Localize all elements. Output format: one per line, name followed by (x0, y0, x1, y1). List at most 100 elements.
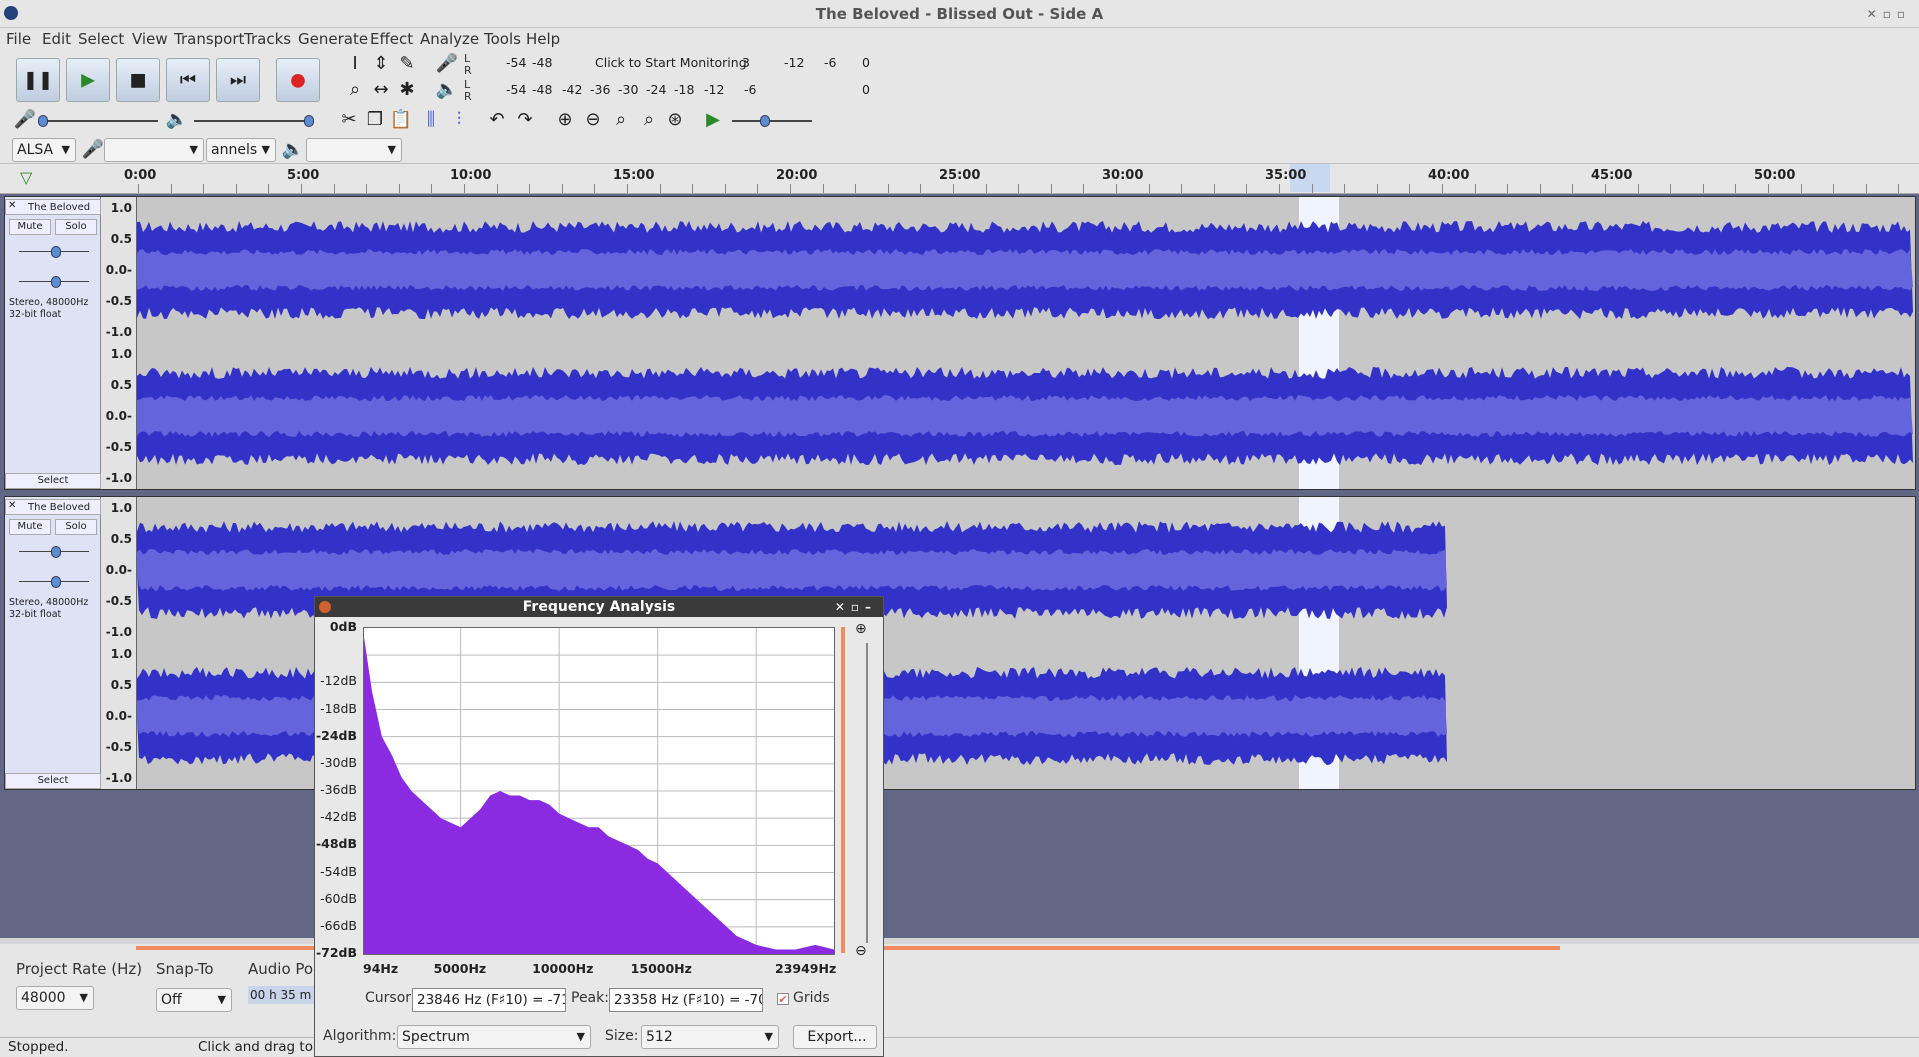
ruler-label: 45:00 (1591, 168, 1633, 183)
solo-button[interactable]: Solo (55, 219, 97, 235)
play-at-speed-icon[interactable]: ▶ (700, 108, 726, 132)
zoom-in-icon[interactable]: ⊕ (552, 108, 578, 132)
redo-icon[interactable]: ↷ (512, 108, 538, 132)
trim-icon[interactable]: ⫼ (418, 108, 444, 132)
zoom-in-icon[interactable]: ⊕ (855, 621, 867, 637)
ruler-tick (1083, 184, 1085, 193)
zoom-out-icon[interactable]: ⊖ (580, 108, 606, 132)
close-icon[interactable]: ✕ (8, 500, 16, 511)
play-head-icon[interactable]: ▽ (20, 168, 32, 187)
select-button[interactable]: Select (5, 473, 101, 489)
size-select[interactable]: 512 ▼ (641, 1025, 779, 1049)
menu-help[interactable]: Help (526, 30, 560, 48)
audio-track[interactable]: The Beloved ▼ ✕ Mute Solo Stereo, 48000H… (4, 496, 1916, 790)
menu-edit[interactable]: Edit (42, 30, 71, 48)
menu-effect[interactable]: Effect (370, 30, 413, 48)
gain-slider[interactable] (19, 246, 89, 258)
zoom-out-icon[interactable]: ⊖ (855, 943, 867, 959)
fit-project-icon[interactable]: ⌕ (636, 108, 662, 132)
play-button[interactable]: ▶ (66, 58, 110, 102)
stop-button[interactable]: ■ (116, 58, 160, 102)
multi-tool-icon[interactable]: ✱ (394, 78, 420, 102)
menu-tools[interactable]: Tools (484, 30, 521, 48)
playback-meter[interactable]: -54 -48 -42 -36 -30 -24 -18 -12 -6 0 (480, 82, 880, 98)
audio-host-select[interactable]: ALSA ▼ (12, 138, 76, 162)
ruler-label: 5:00 (287, 168, 320, 183)
undo-icon[interactable]: ↶ (484, 108, 510, 132)
cut-icon[interactable]: ✂ (336, 108, 362, 132)
menu-transport[interactable]: Transport (174, 30, 244, 48)
solo-button[interactable]: Solo (55, 519, 97, 535)
ruler-tick (724, 184, 726, 193)
pan-slider[interactable] (19, 276, 89, 288)
copy-icon[interactable]: ❐ (362, 108, 388, 132)
draw-tool-icon[interactable]: ✎ (394, 52, 420, 76)
track-name-menu[interactable]: The Beloved ▼ (5, 199, 101, 229)
export-button[interactable]: Export... (793, 1025, 877, 1049)
playback-volume-slider[interactable] (194, 115, 314, 127)
chevron-down-icon: ▼ (189, 143, 198, 156)
menu-generate[interactable]: Generate (298, 30, 368, 48)
ruler-tick (1018, 184, 1020, 193)
menu-tracks[interactable]: Tracks (244, 30, 291, 48)
track-name-menu[interactable]: The Beloved ▼ (5, 499, 101, 529)
zoom-tool-icon[interactable]: ⌕ (342, 78, 368, 102)
algorithm-select[interactable]: Spectrum ▼ (397, 1025, 591, 1049)
silence-icon[interactable]: ⫶ (446, 108, 472, 132)
hz-tick-label: 10000Hz (532, 961, 594, 976)
timeshift-tool-icon[interactable]: ↔ (368, 78, 394, 102)
meter-tick: -54 (506, 55, 527, 70)
playback-device-select[interactable]: ▼ (306, 138, 402, 162)
paste-icon[interactable]: 📋 (388, 108, 414, 132)
fit-selection-icon[interactable]: ⌕ (608, 108, 634, 132)
snap-to-select[interactable]: Off ▼ (156, 988, 232, 1012)
mute-button[interactable]: Mute (9, 519, 51, 535)
menu-select[interactable]: Select (78, 30, 124, 48)
ruler-tick (1735, 184, 1737, 193)
pause-button[interactable]: ❚❚ (16, 58, 60, 102)
audio-position-field[interactable]: 00 h 35 m (248, 986, 314, 1004)
menu-view[interactable]: View (132, 30, 168, 48)
play-icon: ▶ (81, 69, 95, 91)
project-rate-select[interactable]: 48000 ▼ (16, 986, 94, 1010)
spectrum-plot[interactable] (363, 627, 835, 955)
mute-button[interactable]: Mute (9, 219, 51, 235)
record-meter[interactable]: -54 -48 3 -12 -6 0 Click to Start Monitoring (480, 55, 880, 71)
recording-channels-select[interactable]: annels ▼ (206, 138, 276, 162)
waveform[interactable] (137, 197, 1913, 489)
ruler-tick (953, 184, 954, 193)
menu-file[interactable]: File (6, 30, 31, 48)
record-meter-mic-icon[interactable]: 🎤 (434, 52, 460, 76)
gain-slider[interactable] (19, 546, 89, 558)
menu-analyze[interactable]: Analyze (420, 30, 479, 48)
vertical-scrollbar[interactable] (841, 627, 845, 953)
ruler-tick (301, 184, 302, 193)
amplitude-label: 1.0 (110, 347, 132, 361)
dialog-window-controls[interactable]: ✕▫– (835, 597, 877, 617)
ruler-tick (920, 184, 922, 193)
window-controls[interactable]: ✕▫▫ (1867, 0, 1911, 28)
monitoring-prompt[interactable]: Click to Start Monitoring (595, 55, 747, 70)
envelope-tool-icon[interactable]: ⇕ (368, 52, 394, 76)
audio-track[interactable]: The Beloved ▼ ✕ Mute Solo Stereo, 48000H… (4, 196, 1916, 490)
zoom-slider[interactable] (866, 643, 868, 943)
meter-tick: -12 (784, 55, 805, 70)
timeline-ruler[interactable]: ▽ 0:00 5:00 10:00 15:00 20:00 25:00 30:00 35:00… (0, 164, 1919, 194)
dialog-title-bar: Frequency Analysis ✕▫– (315, 597, 883, 617)
cursor-readout[interactable]: 23846 Hz (F♯10) = -71 (412, 988, 566, 1012)
play-speed-slider[interactable] (732, 115, 812, 127)
skip-start-button[interactable]: ⏮ (166, 58, 210, 102)
select-button[interactable]: Select (5, 773, 101, 789)
recording-volume-slider[interactable] (38, 115, 158, 127)
record-button[interactable]: ● (276, 58, 320, 102)
peak-readout[interactable]: 23358 Hz (F♯10) = -70 (609, 988, 763, 1012)
zoom-toggle-icon[interactable]: ⊛ (662, 108, 688, 132)
skip-end-button[interactable]: ⏭ (216, 58, 260, 102)
close-icon[interactable]: ✕ (8, 200, 16, 211)
recording-device-select[interactable]: ▼ (104, 138, 204, 162)
ruler-tick (464, 184, 465, 193)
play-meter-speaker-icon[interactable]: 🔈 (434, 78, 460, 102)
pan-slider[interactable] (19, 576, 89, 588)
selection-tool-icon[interactable]: I (342, 52, 368, 76)
grids-checkbox[interactable]: ✔ (777, 993, 789, 1005)
